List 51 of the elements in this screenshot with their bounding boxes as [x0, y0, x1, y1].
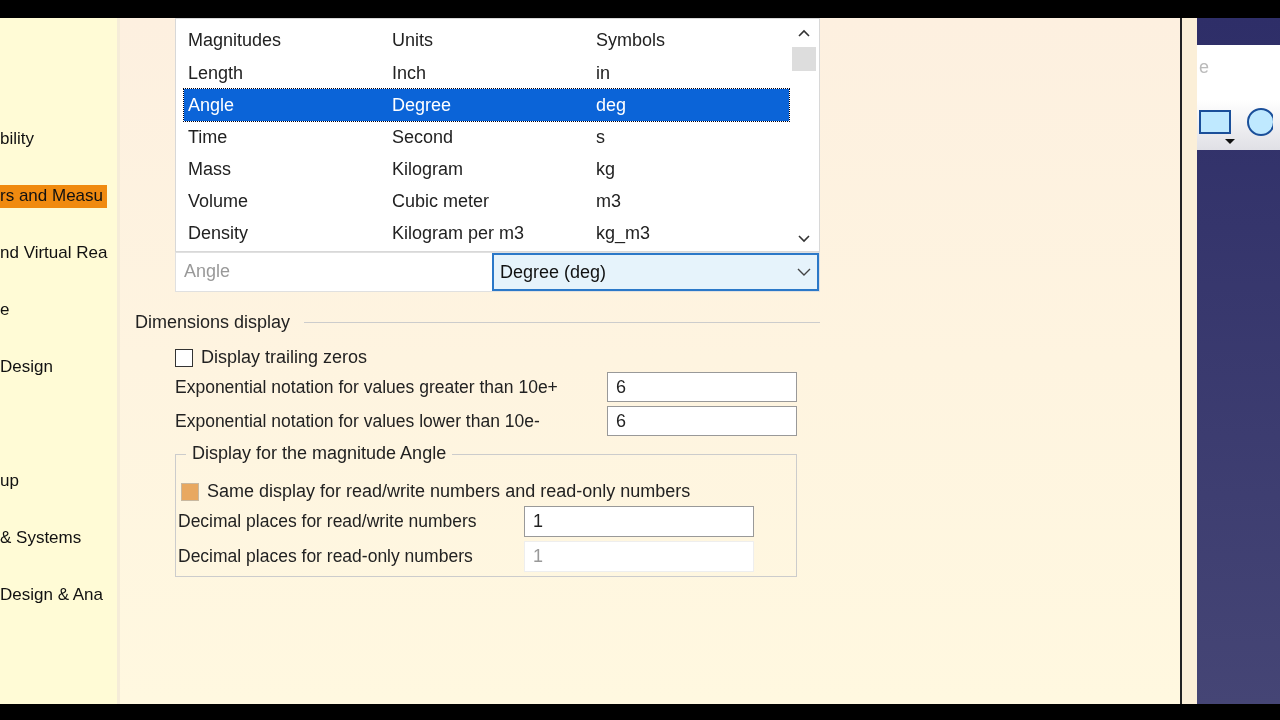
column-header: Magnitudes	[187, 29, 283, 51]
input-field[interactable]: 1	[524, 506, 754, 537]
section-title: Dimensions display	[135, 312, 291, 333]
table-cell-text: kg_m3	[595, 222, 652, 244]
table-cell-text: Kilogram per m3	[391, 222, 526, 244]
table-cell-text: kg	[595, 158, 616, 180]
tree-item[interactable]: e	[0, 299, 14, 322]
table-cell-text: Volume	[187, 190, 250, 212]
tree-item[interactable]: Design & Ana	[0, 584, 107, 607]
table-cell-text: deg	[595, 94, 628, 116]
window-text: e	[1199, 57, 1209, 77]
tree-item[interactable]: rs and Measu	[0, 185, 107, 208]
checkbox[interactable]	[175, 348, 193, 367]
table-cell-text: Time	[187, 126, 229, 148]
tree-item[interactable]: up	[0, 470, 23, 493]
field-label: Decimal places for read/write numbers	[178, 511, 478, 532]
table-cell-text: in	[595, 62, 611, 84]
column-header: Symbols	[595, 29, 667, 51]
table-cell-text: Inch	[391, 62, 428, 84]
scroll-thumb[interactable]	[792, 47, 816, 71]
column-header: Units	[391, 29, 434, 51]
table-cell-text: m3	[595, 190, 622, 212]
table-cell-text: Degree	[391, 94, 453, 116]
table-cell-text: Length	[187, 62, 245, 84]
table-row[interactable]: Mass Kilogram kg	[184, 153, 789, 185]
input-field[interactable]: 6	[607, 372, 797, 402]
field-label: Exponential notation for values greater than 10e+	[175, 376, 559, 398]
table-cell-text: Second	[391, 126, 455, 148]
checkbox-label: Display trailing zeros	[201, 347, 368, 368]
table-cell-text: Density	[187, 222, 250, 244]
field-label: Exponential notation for values lower than 10e-	[175, 410, 541, 432]
table-row[interactable]: Volume Cubic meter m3	[184, 185, 789, 217]
field-label: Decimal places for read-only numbers	[178, 546, 474, 567]
table-cell-text: Cubic meter	[391, 190, 491, 212]
table-cell-text: Kilogram	[391, 158, 465, 180]
tree-item[interactable]: Design	[0, 356, 57, 379]
table-row[interactable]: Time Second s	[184, 121, 789, 153]
table-cell-text: Angle	[187, 94, 236, 116]
tree-item[interactable]: & Systems	[0, 527, 86, 550]
scroll-down-icon[interactable]	[798, 235, 810, 243]
table-row[interactable]: Angle Degree deg	[184, 89, 789, 121]
scroll-up-icon[interactable]	[798, 29, 810, 37]
group-title: Display for the magnitude Angle	[186, 443, 453, 464]
table-row[interactable]: Length Inch in	[184, 57, 789, 89]
tree-item[interactable]: bility	[0, 128, 38, 151]
table-cell-text: s	[595, 126, 606, 148]
tree-item[interactable]: nd Virtual Rea	[0, 242, 112, 265]
input-field[interactable]: 6	[607, 406, 797, 436]
table-cell-text: Mass	[187, 158, 232, 180]
table-row[interactable]: Density Kilogram per m3 kg_m3	[184, 217, 789, 249]
checkbox-label: Same display for read/write numbers and read-only numbers	[207, 481, 691, 502]
